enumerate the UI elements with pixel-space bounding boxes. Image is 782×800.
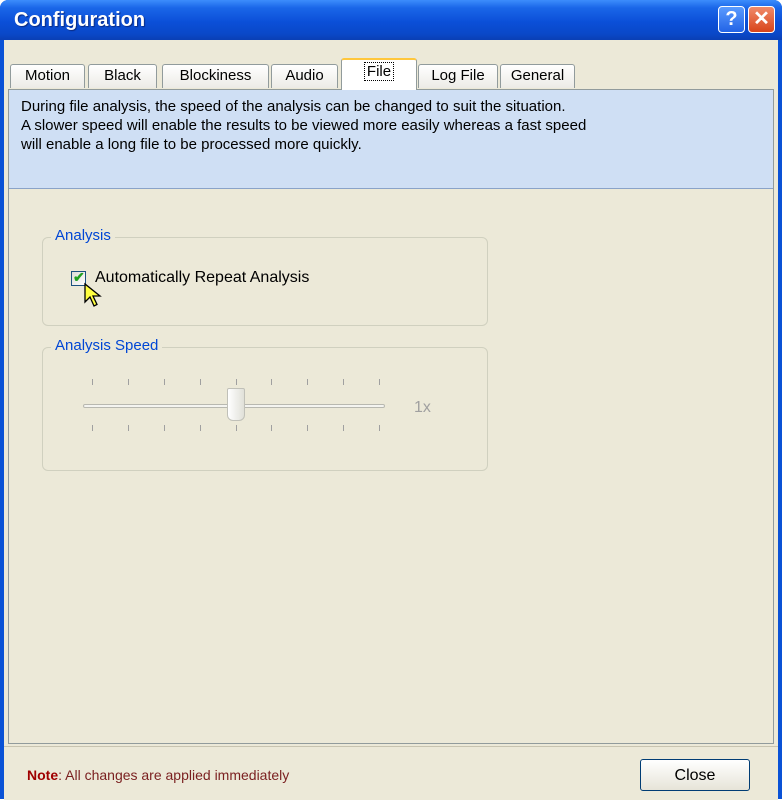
slider-tick [92, 425, 93, 431]
tab-file-label: File [363, 62, 395, 81]
note-label: Note [27, 767, 59, 783]
slider-tick [343, 379, 344, 385]
slider-tick [379, 379, 380, 385]
speed-value: 1x [414, 399, 431, 416]
note-message: : All changes are applied immediately [58, 767, 290, 783]
slider-tick [128, 425, 129, 431]
info-banner: During file analysis, the speed of the a… [9, 90, 773, 189]
slider-tick [271, 425, 272, 431]
slider-tick [379, 425, 380, 431]
slider-tick [271, 379, 272, 385]
tab-motion[interactable]: Motion [10, 64, 85, 88]
mouse-pointer-icon [84, 282, 102, 307]
tab-blockiness[interactable]: Blockiness [162, 64, 269, 88]
tab-panel-file: During file analysis, the speed of the a… [8, 89, 774, 744]
tab-strip: Motion Black Blockiness Audio File Log F… [4, 40, 778, 90]
info-line-2: A slower speed will enable the results t… [21, 117, 587, 134]
slider-tick [236, 425, 237, 431]
tab-log-file[interactable]: Log File [418, 64, 498, 88]
title-bar[interactable]: Configuration ? ✕ [0, 0, 782, 40]
configuration-window: Configuration ? ✕ Motion Black Blockines… [0, 0, 782, 800]
info-text: During file analysis, the speed of the a… [21, 97, 761, 154]
analysis-speed-group: Analysis Speed 1x [42, 337, 488, 471]
window-title: Configuration [14, 9, 146, 31]
window-close-button[interactable]: ✕ [748, 6, 775, 33]
tab-audio[interactable]: Audio [271, 64, 338, 88]
footer-bar: Note: All changes are applied immediatel… [4, 746, 778, 800]
slider-tick [128, 379, 129, 385]
client-area: Motion Black Blockiness Audio File Log F… [4, 40, 778, 800]
slider-tick [92, 379, 93, 385]
slider-tick [307, 425, 308, 431]
tab-file[interactable]: File [341, 58, 417, 90]
slider-tick [307, 379, 308, 385]
slider-tick [200, 379, 201, 385]
speed-slider-thumb[interactable] [227, 388, 245, 421]
slider-tick [343, 425, 344, 431]
slider-tick [236, 379, 237, 385]
tab-black[interactable]: Black [88, 64, 157, 88]
info-line-3: will enable a long file to be processed … [21, 136, 362, 153]
analysis-group-label: Analysis [51, 227, 115, 244]
slider-tick [164, 379, 165, 385]
note-text: Note: All changes are applied immediatel… [27, 767, 289, 783]
info-line-1: During file analysis, the speed of the a… [21, 98, 566, 115]
analysis-speed-group-label: Analysis Speed [51, 337, 163, 354]
auto-repeat-label[interactable]: Automatically Repeat Analysis [95, 269, 309, 287]
help-button[interactable]: ? [718, 6, 745, 33]
analysis-group: Analysis ✔ Automatically Repeat Analysis [42, 227, 488, 326]
close-button[interactable]: Close [640, 759, 750, 791]
tab-general[interactable]: General [500, 64, 575, 88]
slider-tick [164, 425, 165, 431]
slider-tick [200, 425, 201, 431]
